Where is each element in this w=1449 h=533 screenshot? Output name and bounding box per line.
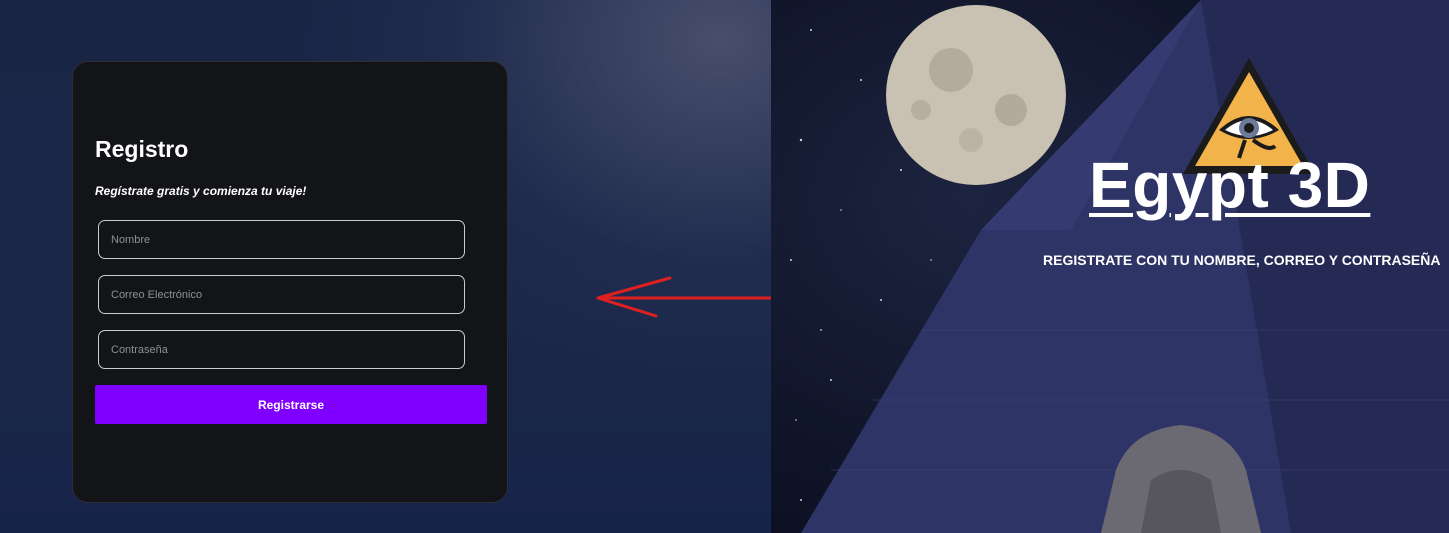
name-input[interactable]	[98, 220, 465, 259]
password-input[interactable]	[98, 330, 465, 369]
brand-subtitle: REGISTRATE CON TU NOMBRE, CORREO Y CONTR…	[1043, 252, 1441, 268]
form-subtitle: Regístrate gratis y comienza tu viaje!	[95, 184, 307, 198]
register-button[interactable]: Registrarse	[95, 385, 487, 424]
form-title: Registro	[95, 136, 189, 162]
email-input[interactable]	[98, 275, 465, 314]
brand-title: Egypt 3D	[1089, 149, 1371, 221]
register-card: Registro Regístrate gratis y comienza tu…	[72, 61, 508, 503]
hero-image-panel: Egypt 3D REGISTRATE CON TU NOMBRE, CORRE…	[771, 0, 1449, 533]
